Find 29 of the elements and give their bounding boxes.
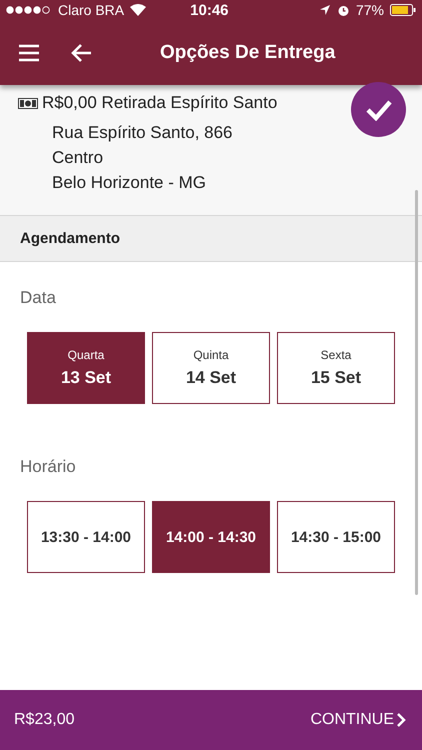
carrier-name: Claro BRA (58, 2, 124, 18)
screen-title: Opções De Entrega (160, 42, 336, 64)
total-price: R$23,00 (14, 711, 74, 729)
location-icon (318, 4, 331, 16)
wifi-icon (130, 4, 146, 16)
date-label: Data (19, 288, 57, 308)
back-arrow-icon[interactable] (70, 42, 92, 62)
delivery-option-title: R$0,00 Retirada Espírito Santo (42, 93, 278, 113)
checkmark-icon (366, 98, 392, 120)
time-slot-option[interactable]: 14:30 - 15:00 (277, 501, 395, 573)
battery-icon (390, 4, 416, 16)
address-line: Rua Espírito Santo, 866 (52, 123, 234, 143)
time-slot-option[interactable]: 13:30 - 14:00 (27, 501, 145, 573)
battery-percent: 77% (356, 2, 384, 18)
date-option[interactable]: Quinta 14 Set (152, 332, 270, 404)
date-option[interactable]: Quarta 13 Set (27, 332, 145, 404)
continue-button[interactable]: CONTINUE (310, 711, 406, 729)
time-label: Horário (19, 457, 77, 477)
date-option[interactable]: Sexta 15 Set (277, 332, 395, 404)
chevron-right-icon (396, 712, 406, 728)
menu-icon[interactable] (18, 44, 40, 62)
time-slot-option[interactable]: 14:00 - 14:30 (152, 501, 270, 573)
section-title: Agendamento (20, 230, 120, 247)
address-line: Belo Horizonte - MG (52, 173, 207, 193)
address-line: Centro (52, 148, 104, 168)
clock-time: 10:46 (190, 2, 230, 18)
cash-icon (18, 98, 38, 108)
alarm-icon (336, 4, 350, 16)
signal-icon (6, 6, 52, 14)
